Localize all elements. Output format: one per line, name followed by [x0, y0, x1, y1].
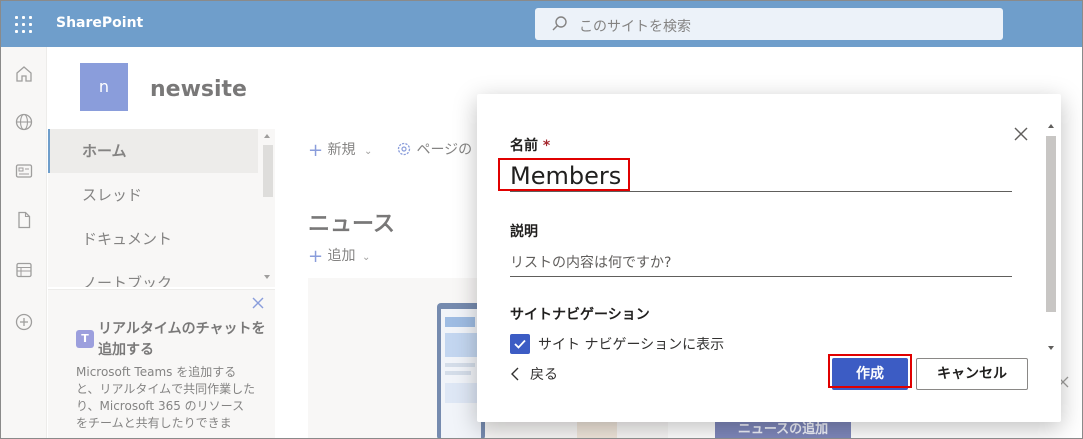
site-navigation-label: サイトナビゲーション: [510, 307, 650, 323]
name-highlight-box: [498, 158, 630, 191]
show-in-navigation-checkbox[interactable]: [510, 334, 530, 354]
scroll-down-icon[interactable]: [1044, 342, 1058, 354]
cancel-button[interactable]: キャンセル: [916, 358, 1028, 390]
required-mark: *: [542, 138, 551, 154]
dialog-scrollbar[interactable]: [1044, 120, 1058, 354]
scroll-up-icon[interactable]: [1044, 120, 1058, 132]
chevron-left-icon: [511, 367, 519, 381]
name-label: 名前 *: [510, 135, 550, 155]
description-label: 説明: [510, 224, 538, 240]
name-label-text: 名前: [510, 138, 538, 154]
dialog-scrollbar-thumb[interactable]: [1046, 136, 1056, 312]
create-list-dialog: 名前 * Members 説明 リストの内容は何ですか? サイトナビゲーション …: [477, 94, 1061, 422]
show-in-navigation-label[interactable]: サイト ナビゲーションに表示: [538, 334, 724, 354]
description-input[interactable]: リストの内容は何ですか?: [510, 252, 671, 272]
close-icon[interactable]: [1013, 126, 1029, 142]
back-button[interactable]: 戻る: [510, 364, 558, 384]
back-label: 戻る: [530, 367, 558, 383]
name-input-underline: [510, 191, 1012, 192]
checkmark-icon: [514, 339, 526, 349]
description-input-underline: [510, 276, 1012, 277]
app-window: SharePoint このサイトを検索 n newsite ホーム スレッド ド…: [0, 0, 1083, 439]
create-highlight-box: [828, 354, 912, 388]
